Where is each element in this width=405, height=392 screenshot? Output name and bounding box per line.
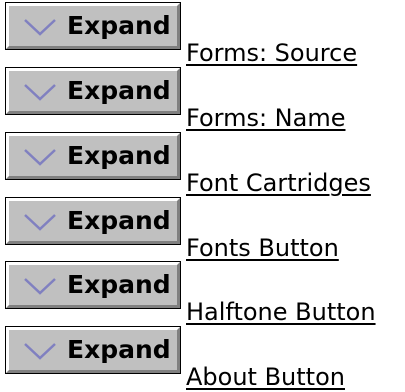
expand-row: Expand Forms: Name [0, 67, 405, 133]
expand-button-label: Expand [67, 270, 171, 299]
expand-row: Expand Font Cartridges [0, 132, 405, 198]
expand-button-label: Expand [67, 206, 171, 235]
chevron-down-icon [24, 19, 56, 36]
expand-button[interactable]: Expand [5, 197, 181, 245]
expand-button[interactable]: Expand [5, 326, 181, 374]
help-link-font-cartridges[interactable]: Font Cartridges [186, 168, 371, 198]
chevron-down-icon [24, 149, 56, 166]
help-link-fonts-button[interactable]: Fonts Button [186, 233, 339, 263]
chevron-down-icon [24, 343, 56, 360]
chevron-down-icon [24, 84, 56, 101]
expand-row: Expand About Button [0, 326, 405, 392]
help-link-forms-name[interactable]: Forms: Name [186, 103, 345, 133]
help-link-about-button[interactable]: About Button [186, 362, 345, 392]
expand-button[interactable]: Expand [5, 67, 181, 115]
expand-row: Expand Fonts Button [0, 197, 405, 263]
expand-button-label: Expand [67, 76, 171, 105]
expand-row: Expand Forms: Source [0, 2, 405, 68]
help-link-halftone-button[interactable]: Halftone Button [186, 297, 376, 327]
chevron-down-icon [24, 214, 56, 231]
help-link-forms-source[interactable]: Forms: Source [186, 38, 357, 68]
chevron-down-icon [24, 278, 56, 295]
expand-row: Expand Halftone Button [0, 261, 405, 327]
expand-button[interactable]: Expand [5, 132, 181, 180]
expand-button[interactable]: Expand [5, 2, 181, 50]
expand-button-label: Expand [67, 335, 171, 364]
expand-button[interactable]: Expand [5, 261, 181, 309]
expand-button-label: Expand [67, 11, 171, 40]
expand-button-label: Expand [67, 141, 171, 170]
